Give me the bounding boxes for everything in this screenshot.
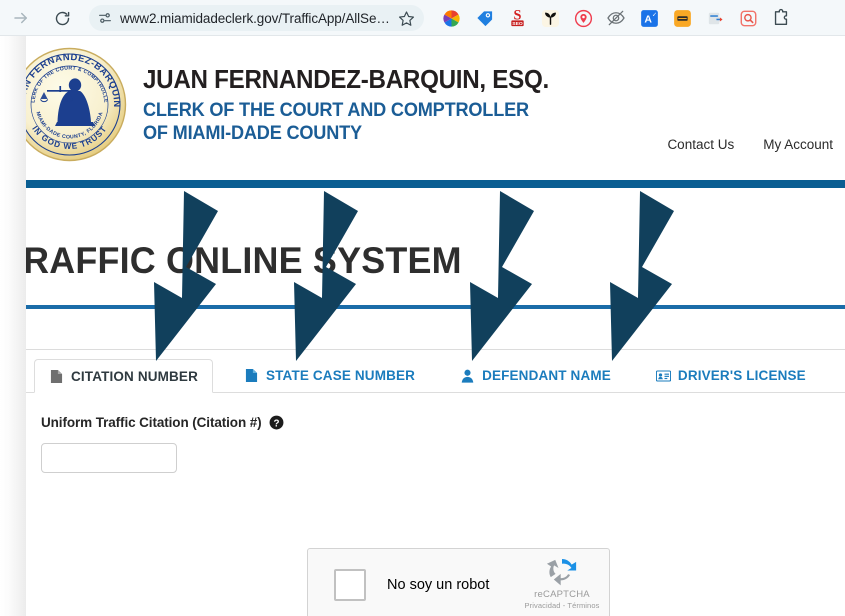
eye-slash-extension-icon[interactable] xyxy=(605,7,627,29)
help-circle-icon[interactable]: ? xyxy=(269,415,284,430)
tab-drivers-license[interactable]: DRIVER'S LICENSE xyxy=(642,359,820,392)
recaptcha-logo-icon xyxy=(524,556,600,588)
search-panel: CITATION NUMBER STATE CASE NUMBER DEFEND… xyxy=(22,349,845,616)
print-extension-icon[interactable] xyxy=(704,7,726,29)
recaptcha-terms-text[interactable]: Privacidad - Términos xyxy=(524,601,600,610)
clerk-subtitle-line-2: OF MIAMI-DADE COUNTY xyxy=(143,122,362,144)
citation-field-label: Uniform Traffic Citation (Citation #) ? xyxy=(41,415,845,430)
tab-citation-number[interactable]: CITATION NUMBER xyxy=(34,359,213,393)
grammar-check-extension-icon[interactable]: A ✓ xyxy=(638,7,660,29)
location-pin-extension-icon[interactable] xyxy=(572,7,594,29)
seo-extension-icon[interactable]: S SEO xyxy=(506,7,528,29)
header-nav: Contact Us My Account xyxy=(667,137,833,152)
recaptcha-branding: reCAPTCHA Privacidad - Términos xyxy=(524,556,600,610)
contact-us-link[interactable]: Contact Us xyxy=(667,137,734,152)
url-text[interactable]: www2.miamidadeclerk.gov/TrafficApp/AllSe… xyxy=(120,11,394,26)
orange-square-extension-icon[interactable] xyxy=(671,7,693,29)
browser-toolbar: www2.miamidadeclerk.gov/TrafficApp/AllSe… xyxy=(0,0,845,36)
reload-button[interactable] xyxy=(47,3,77,33)
search-document-extension-icon[interactable] xyxy=(737,7,759,29)
recaptcha-brand-name: reCAPTCHA xyxy=(534,589,590,600)
tab-state-case-number[interactable]: STATE CASE NUMBER xyxy=(230,359,429,392)
site-header: JUAN FERNANDEZ-BARQUIN CLERK OF THE COUR… xyxy=(0,36,845,180)
color-wheel-extension-icon[interactable] xyxy=(440,7,462,29)
tag-extension-icon[interactable] xyxy=(473,7,495,29)
recaptcha-widget[interactable]: No soy un robot reCAPTCHA Privacidad - T… xyxy=(307,548,610,616)
brand-text: JUAN FERNANDEZ-BARQUIN, ESQ. CLERK OF TH… xyxy=(143,66,580,145)
file-icon xyxy=(49,369,64,384)
file-icon xyxy=(244,368,259,383)
miami-dade-clerk-seal: JUAN FERNANDEZ-BARQUIN CLERK OF THE COUR… xyxy=(8,37,128,163)
clerk-name: JUAN FERNANDEZ-BARQUIN, ESQ. xyxy=(143,64,549,94)
forward-button[interactable] xyxy=(6,3,36,33)
reload-icon xyxy=(55,11,69,25)
tab-bar: CITATION NUMBER STATE CASE NUMBER DEFEND… xyxy=(23,350,845,393)
tab-label: DRIVER'S LICENSE xyxy=(677,368,806,383)
web-page: JUAN FERNANDEZ-BARQUIN CLERK OF THE COUR… xyxy=(0,36,845,616)
address-bar[interactable]: www2.miamidadeclerk.gov/TrafficApp/AllSe… xyxy=(89,5,424,31)
extensions-area: S SEO A ✓ xyxy=(440,7,845,29)
person-icon xyxy=(460,368,475,383)
title-zone: TRAFFIC ONLINE SYSTEM xyxy=(0,188,845,319)
tab-label: CITATION NUMBER xyxy=(71,368,198,384)
clerk-subtitle-line-1: CLERK OF THE COURT AND COMPTROLLER xyxy=(143,99,529,121)
site-settings-icon[interactable] xyxy=(96,10,113,27)
tab-panel-body: Uniform Traffic Citation (Citation #) ? … xyxy=(23,393,845,616)
star-icon[interactable] xyxy=(396,8,416,28)
svg-text:?: ? xyxy=(273,418,279,429)
tab-label: STATE CASE NUMBER xyxy=(266,368,416,383)
recaptcha-label: No soy un robot xyxy=(387,577,490,593)
svg-text:SEO: SEO xyxy=(512,20,523,26)
citation-number-input[interactable] xyxy=(41,443,177,473)
page-title: TRAFFIC ONLINE SYSTEM xyxy=(1,240,462,281)
recaptcha-checkbox[interactable] xyxy=(334,569,366,601)
id-card-icon xyxy=(655,368,671,383)
puzzle-piece-extensions-icon[interactable] xyxy=(770,7,792,29)
title-divider-bar xyxy=(0,305,845,309)
svg-text:✓: ✓ xyxy=(652,11,657,18)
tab-label: DEFENDANT NAME xyxy=(482,368,611,383)
sprout-extension-icon[interactable] xyxy=(539,7,561,29)
header-divider-bar xyxy=(0,180,845,188)
my-account-link[interactable]: My Account xyxy=(763,137,833,152)
citation-label-text: Uniform Traffic Citation (Citation #) xyxy=(41,415,262,430)
tab-defendant-name[interactable]: DEFENDANT NAME xyxy=(446,359,625,392)
forward-arrow-icon xyxy=(14,12,27,24)
